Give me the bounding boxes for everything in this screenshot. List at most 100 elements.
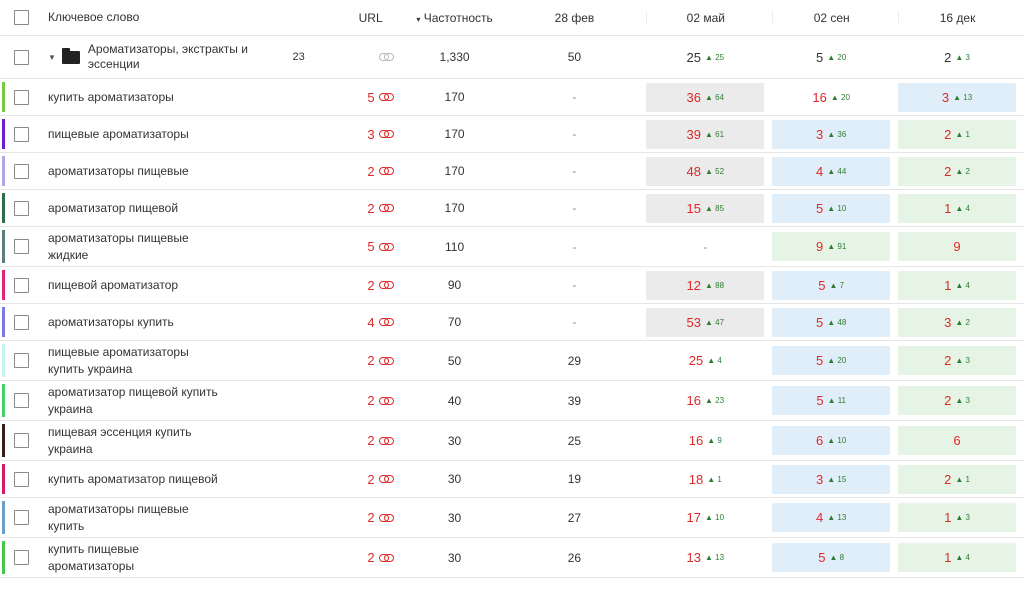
url-count-cell[interactable]: 2 [290,201,405,216]
frequency-cell: 30 [447,433,462,448]
position-date-4: 1 ▲ 4 [898,543,1016,572]
position-date-3: 5 ▲ 7 [772,270,891,300]
url-count-cell[interactable]: 2 [290,472,405,487]
row-checkbox[interactable] [14,393,30,408]
keyword-cell[interactable]: ароматизаторы купить [40,314,290,331]
url-count-cell[interactable]: 2 [290,393,405,408]
table-row[interactable]: пищевой ароматизатор 2 90 - 12 ▲ 88 5 ▲ 7 1 ▲ 4 [0,267,1024,304]
row-checkbox[interactable] [14,126,30,142]
header-frequency-label: Частотность [423,10,493,25]
link-icon[interactable] [378,281,394,289]
keyword-cell[interactable]: купить ароматизатор пищевой [40,471,290,488]
position-date-1: - [572,315,577,329]
position-date-1: - [572,127,577,141]
keyword-cell[interactable]: пищевые ароматизаторы купить украина [40,344,290,378]
keyword-cell[interactable]: пищевой ароматизатор [40,277,290,294]
url-count-cell[interactable]: 2 [290,510,405,525]
row-checkbox[interactable] [14,550,30,565]
row-checkbox[interactable] [14,239,30,254]
header-date-3[interactable]: 02 сен [772,10,890,25]
row-checkbox[interactable] [14,510,30,525]
link-icon[interactable] [378,513,394,522]
link-icon[interactable] [378,53,394,61]
table-row[interactable]: ароматизаторы пищевые купить 2 30 27 17 ▲ 10 4 ▲… [0,498,1024,538]
group-date-4: 2 ▲ 3 [944,49,970,65]
table-row[interactable]: ароматизаторы пищевые 2 170 - 48 ▲ 52 4 ▲ 44 2 ▲ … [0,153,1024,190]
table-row[interactable]: купить ароматизаторы 5 170 - 36 ▲ 64 16 ▲ 20 3 ▲ … [0,79,1024,116]
link-icon[interactable] [378,130,394,138]
header-date-2[interactable]: 02 май [646,10,764,25]
link-icon[interactable] [378,396,394,405]
keyword-cell[interactable]: купить пищевые ароматизаторы [40,541,290,575]
table-row[interactable]: пищевые ароматизаторы 3 170 - 39 ▲ 61 3 ▲ 36 2 ▲ … [0,116,1024,153]
keyword-cell[interactable]: пищевая эссенция купить украина [40,424,290,458]
keyword-cell[interactable]: купить ароматизаторы [40,89,290,106]
url-count-cell[interactable]: 2 [290,550,405,565]
row-check-cell [0,126,40,142]
row-checkbox[interactable] [14,471,30,487]
url-count-cell[interactable]: 4 [290,315,405,330]
table-row[interactable]: пищевая эссенция купить украина 2 30 25 16 ▲ 9… [0,421,1024,461]
table-row[interactable]: ароматизаторы купить 4 70 - 53 ▲ 47 5 ▲ 48 3 ▲ 2 [0,304,1024,341]
url-count-cell[interactable]: 5 [290,239,405,254]
header-keyword[interactable]: Ключевое слово [40,9,290,26]
keyword-cell[interactable]: ароматизаторы пищевые [40,163,290,180]
frequency-cell: 30 [447,550,462,565]
link-icon[interactable] [378,242,394,251]
select-all-checkbox[interactable] [14,10,30,25]
expand-caret-icon[interactable]: ▼ [48,49,56,66]
keyword-rows: купить ароматизаторы 5 170-36 ▲ 64 16 ▲ 20 3 ▲ … [0,79,1024,578]
row-color-marker [2,541,5,574]
link-icon[interactable] [378,553,394,562]
keyword-cell[interactable]: ароматизаторы пищевые жидкие [40,230,290,264]
row-checkbox[interactable] [14,353,30,368]
table-row[interactable]: ароматизатор пищевой 2 170 - 15 ▲ 85 5 ▲ 10 1 ▲ 4 [0,190,1024,227]
keyword-cell[interactable]: пищевые ароматизаторы [40,126,290,143]
table-header: Ключевое слово URL ▾ Частотность 28 фев … [0,0,1024,36]
url-count-cell[interactable]: 2 [290,164,405,179]
table-row[interactable]: купить пищевые ароматизаторы 2 30 26 13 ▲ 13 5 ▲… [0,538,1024,578]
link-icon[interactable] [378,356,394,365]
table-row[interactable]: пищевые ароматизаторы купить украина 2 50 29… [0,341,1024,381]
header-url[interactable]: URL [290,11,405,25]
header-date-1[interactable]: 28 фев [505,11,645,25]
frequency-cell: 170 [444,127,465,141]
link-icon[interactable] [378,436,394,445]
link-icon[interactable] [378,93,394,101]
header-frequency[interactable]: ▾ Частотность [405,11,505,25]
link-icon[interactable] [378,167,394,175]
row-checkbox[interactable] [14,89,30,105]
header-date-4[interactable]: 16 дек [898,10,1016,25]
keyword-cell[interactable]: ароматизатор пищевой купить украина [40,384,290,418]
url-count-cell[interactable]: 5 [290,90,405,105]
url-count-cell[interactable]: 2 [290,433,405,448]
keyword-cell[interactable]: ароматизатор пищевой [40,200,290,217]
url-count-cell[interactable]: 2 [290,278,405,293]
table-row[interactable]: ароматизатор пищевой купить украина 2 40 39 1… [0,381,1024,421]
group-checkbox[interactable] [14,49,30,65]
row-checkbox[interactable] [14,200,30,216]
position-date-3: 9 ▲ 91 [772,232,891,261]
row-check-cell [0,433,40,448]
row-checkbox[interactable] [14,314,30,330]
table-row[interactable]: купить ароматизатор пищевой 2 30 19 18 ▲ 1 3 ▲ … [0,461,1024,498]
row-check-cell [0,239,40,254]
row-check-cell [0,314,40,330]
position-date-3: 4 ▲ 13 [772,503,891,532]
row-checkbox[interactable] [14,163,30,179]
link-icon[interactable] [378,318,394,326]
position-date-3: 5 ▲ 11 [772,386,891,415]
row-checkbox[interactable] [14,277,30,293]
url-count-cell[interactable]: 3 [290,127,405,142]
position-date-1: 29 [567,353,582,368]
table-row[interactable]: ароматизаторы пищевые жидкие 5 110 - - 9 ▲ 91 9 [0,227,1024,267]
link-icon[interactable] [378,204,394,212]
position-date-3: 5 ▲ 10 [772,193,891,223]
position-date-2: 15 ▲ 85 [646,193,765,223]
link-icon[interactable] [378,475,394,483]
keyword-cell[interactable]: ароматизаторы пищевые купить [40,501,290,535]
url-count-cell[interactable]: 2 [290,353,405,368]
group-row[interactable]: ▼ Ароматизаторы, экстракты и эссенции 23 … [0,36,1024,79]
row-checkbox[interactable] [14,433,30,448]
position-date-4: 2 ▲ 1 [898,119,1016,149]
